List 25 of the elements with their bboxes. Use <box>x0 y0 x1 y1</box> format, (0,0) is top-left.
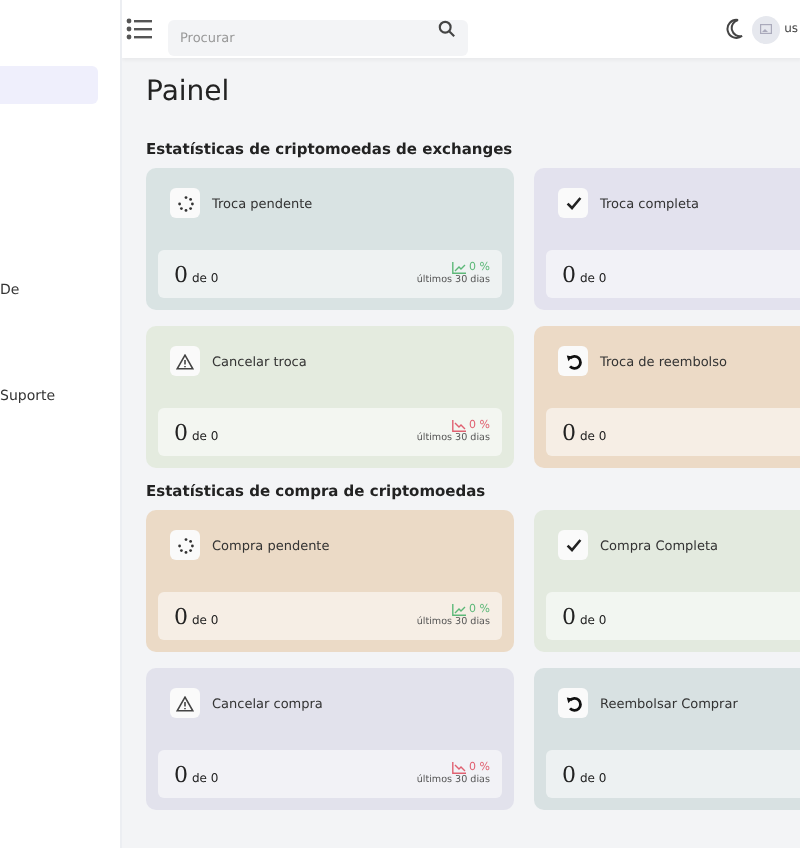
warning-icon <box>170 346 200 376</box>
image-icon <box>760 24 773 34</box>
stat-value: 0 <box>562 603 576 629</box>
undo-icon <box>558 346 588 376</box>
stat-value: 0 <box>562 419 576 445</box>
menu-icon[interactable] <box>126 18 152 40</box>
trend-up-icon <box>451 262 466 274</box>
stat-value: 0 <box>174 419 188 445</box>
spinner-icon <box>170 530 200 560</box>
stat-value: 0 <box>174 603 188 629</box>
spinner-icon <box>170 188 200 218</box>
check-icon <box>558 188 588 218</box>
search-icon <box>438 20 456 38</box>
trend-down-icon <box>451 762 466 774</box>
stat-value: 0 <box>174 261 188 287</box>
page-title: Painel <box>146 76 232 108</box>
stat-value: 0 <box>174 761 188 787</box>
warning-icon <box>170 688 200 718</box>
check-icon <box>558 530 588 560</box>
stat-value: 0 <box>562 261 576 287</box>
stat-value: 0 <box>562 761 576 787</box>
trend-up-icon <box>451 604 466 616</box>
moon-icon[interactable] <box>724 18 745 40</box>
undo-icon <box>558 688 588 718</box>
trend-down-icon <box>451 420 466 432</box>
